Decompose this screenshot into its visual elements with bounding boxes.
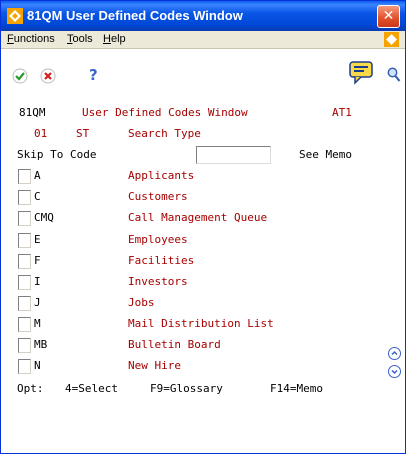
menu-help[interactable]: Help — [103, 33, 126, 45]
memo-chat-icon[interactable] — [349, 61, 374, 85]
row-description: Employees — [128, 233, 188, 246]
row-description: Investors — [128, 275, 188, 288]
row-code: E — [34, 233, 41, 246]
row-select-checkbox[interactable] — [18, 211, 31, 226]
glossary-option: F9=Glossary — [150, 382, 223, 395]
row-description: Bulletin Board — [128, 338, 221, 351]
row-select-checkbox[interactable] — [18, 275, 31, 290]
cancel-icon[interactable] — [40, 68, 56, 84]
app-logo-icon — [384, 32, 399, 47]
row-description: Mail Distribution List — [128, 317, 274, 330]
environment-label: AT1 — [332, 106, 352, 119]
search-icon[interactable] — [387, 67, 401, 83]
row-code: CMQ — [34, 211, 54, 224]
product-code: 01 — [34, 127, 48, 140]
menu-functions[interactable]: Functions — [7, 33, 55, 45]
row-code: M — [34, 317, 41, 330]
app-icon — [7, 8, 23, 24]
help-icon[interactable]: ? — [89, 66, 98, 84]
row-description: Customers — [128, 190, 188, 203]
page-down-icon[interactable] — [388, 365, 401, 378]
memo-option: F14=Memo — [270, 382, 323, 395]
row-select-checkbox[interactable] — [18, 190, 31, 205]
row-description: Call Management Queue — [128, 211, 268, 224]
row-description: New Hire — [128, 359, 181, 372]
close-button[interactable]: ✕ — [377, 5, 400, 28]
form-title: User Defined Codes Window — [82, 106, 248, 119]
row-code: I — [34, 275, 41, 288]
row-select-checkbox[interactable] — [18, 233, 31, 248]
row-code: C — [34, 190, 41, 203]
row-description: Jobs — [128, 296, 155, 309]
select-option: 4=Select — [65, 382, 118, 395]
row-select-checkbox[interactable] — [18, 317, 31, 332]
row-code: J — [34, 296, 41, 309]
row-select-checkbox[interactable] — [18, 254, 31, 269]
see-memo-label: See Memo — [299, 148, 352, 161]
page-up-icon[interactable] — [388, 347, 401, 360]
skip-to-code-input[interactable] — [196, 146, 271, 164]
code-type-description: Search Type — [128, 127, 201, 140]
row-code: MB — [34, 338, 48, 351]
row-code: A — [34, 169, 41, 182]
skip-to-code-label: Skip To Code — [17, 148, 97, 161]
form-id: 81QM — [19, 106, 46, 119]
row-code: N — [34, 359, 41, 372]
title-bar[interactable]: 81QM User Defined Codes Window ✕ — [1, 1, 405, 31]
code-type: ST — [76, 127, 90, 140]
row-select-checkbox[interactable] — [18, 296, 31, 311]
menu-bar: Functions Tools Help — [1, 31, 405, 49]
row-select-checkbox[interactable] — [18, 169, 31, 184]
options-label: Opt: — [17, 382, 44, 395]
menu-tools[interactable]: Tools — [67, 33, 93, 45]
toolbar: ? — [1, 49, 405, 101]
row-description: Facilities — [128, 254, 195, 267]
window-title: 81QM User Defined Codes Window — [27, 8, 243, 23]
row-select-checkbox[interactable] — [18, 359, 31, 374]
row-select-checkbox[interactable] — [18, 338, 31, 353]
row-description: Applicants — [128, 169, 195, 182]
check-icon[interactable] — [12, 68, 28, 84]
user-defined-codes-window: 81QM User Defined Codes Window ✕ Functio… — [0, 0, 406, 454]
row-code: F — [34, 254, 41, 267]
code-list-panel: 81QM User Defined Codes Window AT1 01 ST… — [1, 101, 405, 453]
